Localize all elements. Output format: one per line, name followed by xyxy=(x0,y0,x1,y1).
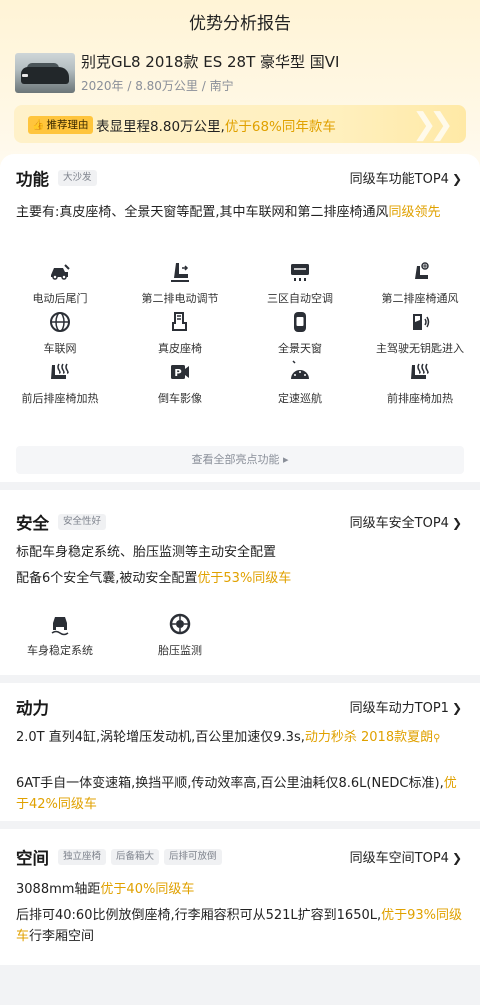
seat-heating-icon xyxy=(360,360,480,384)
report-header: 优势分析报告 别克GL8 2018款 ES 28T 豪华型 国VI 2020年 … xyxy=(0,0,480,168)
feature-label: 真皮座椅 xyxy=(158,342,202,355)
chevron-right-icon: ❯ xyxy=(451,172,462,186)
space-line-1: 3088mm轴距优于40%同级车 xyxy=(16,882,195,897)
feature-item[interactable]: 前排座椅加热 xyxy=(360,360,480,405)
seat-heating-icon xyxy=(0,360,120,384)
power-rank-link[interactable]: 同级车动力TOP1 ❯ xyxy=(350,697,462,716)
cruise-control-icon xyxy=(240,360,360,384)
feature-item[interactable]: 真皮座椅 xyxy=(120,310,240,355)
feature-item[interactable]: 第二排座椅通风 xyxy=(360,260,480,305)
car-thumbnail[interactable] xyxy=(15,53,75,93)
page-title: 优势分析报告 xyxy=(189,14,291,34)
seat-adjust-icon xyxy=(120,260,240,284)
page-bottom xyxy=(0,965,480,1005)
power-line-2: 6AT手自一体变速箱,换挡平顺,传动效率高,百公里油耗仅8.6L(NEDC标准)… xyxy=(16,776,457,812)
feature-item[interactable]: 车身稳定系统 xyxy=(0,612,120,657)
car-name: 别克GL8 2018款 ES 28T 豪华型 国VI xyxy=(81,53,340,71)
feature-label: 电动后尾门 xyxy=(32,292,88,305)
feature-label: 倒车影像 xyxy=(158,392,202,405)
climate-control-icon xyxy=(240,260,360,284)
car-meta: 2020年 / 8.80万公里 / 南宁 xyxy=(81,79,234,93)
chevrons-decoration-icon: ❯❯ xyxy=(411,107,454,142)
section-tag: 大沙发 xyxy=(58,170,97,186)
search-icon[interactable]: ⚲ xyxy=(433,733,440,744)
section-title: 功能 xyxy=(16,170,49,189)
feature-item[interactable]: P 倒车影像 xyxy=(120,360,240,405)
power-tailgate-icon xyxy=(0,260,120,284)
feature-item[interactable]: 电动后尾门 xyxy=(0,260,120,305)
sunroof-icon xyxy=(240,310,360,334)
parking-camera-icon: P xyxy=(120,360,240,384)
feature-label: 三区自动空调 xyxy=(267,292,333,305)
feature-label: 前排座椅加热 xyxy=(387,392,453,405)
safety-line-2: 配备6个安全气囊,被动安全配置优于53%同级车 xyxy=(16,571,292,586)
section-tag: 后备箱大 xyxy=(111,849,160,865)
feature-item[interactable]: 全景天窗 xyxy=(240,310,360,355)
view-all-features-button[interactable]: 查看全部亮点功能 ▸ xyxy=(16,446,464,474)
feature-item[interactable]: 车联网 xyxy=(0,310,120,355)
space-line-2: 后排可40:60比例放倒座椅,行李厢容积可从521L扩容到1650L,优于93%… xyxy=(16,908,463,944)
section-tag: 安全性好 xyxy=(58,514,107,530)
globe-icon xyxy=(0,310,120,334)
space-section: 空间 独立座椅 后备箱大 后排可放倒 同级车空间TOP4 ❯ 3088mm轴距优于… xyxy=(0,829,480,965)
feature-label: 全景天窗 xyxy=(278,342,322,355)
feature-item[interactable]: 主驾驶无钥匙进入 xyxy=(360,310,480,355)
feature-label: 前后排座椅加热 xyxy=(21,392,99,405)
stability-control-icon xyxy=(0,612,120,636)
function-rank-link[interactable]: 同级车功能TOP4 ❯ xyxy=(350,168,462,187)
feature-label: 车身稳定系统 xyxy=(27,644,93,657)
safety-line-1: 标配车身稳定系统、胎压监测等主动安全配置 xyxy=(16,545,277,560)
section-title: 动力 xyxy=(16,699,49,718)
feature-grid: 电动后尾门 第二排电动调节 三区自动空调 第二排座椅通风 车联网 真皮座椅 全景… xyxy=(0,260,480,405)
function-section: 功能 大沙发 同级车功能TOP4 ❯ 主要有:真皮座椅、全景天窗等配置,其中车联网… xyxy=(0,154,480,482)
feature-item[interactable]: 前后排座椅加热 xyxy=(0,360,120,405)
feature-label: 第二排电动调节 xyxy=(141,292,219,305)
seat-ventilation-icon xyxy=(360,260,480,284)
keyless-entry-icon xyxy=(360,310,480,334)
chevron-right-icon: ❯ xyxy=(451,516,462,530)
feature-item[interactable]: 第二排电动调节 xyxy=(120,260,240,305)
feature-label: 第二排座椅通风 xyxy=(381,292,459,305)
thumbs-up-icon: 👍 xyxy=(32,120,45,131)
power-line-1: 2.0T 直列4缸,涡轮增压发动机,百公里加速仅9.3s,动力秒杀 2018款夏… xyxy=(16,730,441,745)
chevron-right-icon: ❯ xyxy=(451,851,462,865)
power-section: 动力 同级车动力TOP1 ❯ 2.0T 直列4缸,涡轮增压发动机,百公里加速仅9.… xyxy=(0,683,480,821)
section-title: 安全 xyxy=(16,514,49,533)
feature-label: 胎压监测 xyxy=(158,644,202,657)
recommend-reason-bar: 👍 推荐理由 表显里程8.80万公里,优于68%同年款车 ❯❯ xyxy=(14,105,466,143)
section-tag: 独立座椅 xyxy=(58,849,107,865)
recommend-reason-text: 表显里程8.80万公里,优于68%同年款车 xyxy=(96,119,336,135)
feature-item[interactable]: 三区自动空调 xyxy=(240,260,360,305)
chevron-right-icon: ❯ xyxy=(451,701,462,715)
space-rank-link[interactable]: 同级车空间TOP4 ❯ xyxy=(350,847,462,866)
safety-rank-link[interactable]: 同级车安全TOP4 ❯ xyxy=(350,512,462,531)
feature-item[interactable]: 胎压监测 xyxy=(120,612,240,657)
feature-label: 定速巡航 xyxy=(278,392,322,405)
feature-item[interactable]: 定速巡航 xyxy=(240,360,360,405)
feature-label: 车联网 xyxy=(43,342,77,355)
recommend-reason-tag: 👍 推荐理由 xyxy=(28,116,94,134)
tire-pressure-icon xyxy=(120,612,240,636)
section-tag: 后排可放倒 xyxy=(164,849,222,865)
section-title: 空间 xyxy=(16,849,49,868)
leather-seat-icon xyxy=(120,310,240,334)
svg-text:P: P xyxy=(174,368,181,379)
safety-section: 安全 安全性好 同级车安全TOP4 ❯ 标配车身稳定系统、胎压监测等主动安全配置 … xyxy=(0,490,480,675)
feature-label: 主驾驶无钥匙进入 xyxy=(376,342,464,355)
function-description: 主要有:真皮座椅、全景天窗等配置,其中车联网和第二排座椅通风同级领先 xyxy=(16,205,441,220)
